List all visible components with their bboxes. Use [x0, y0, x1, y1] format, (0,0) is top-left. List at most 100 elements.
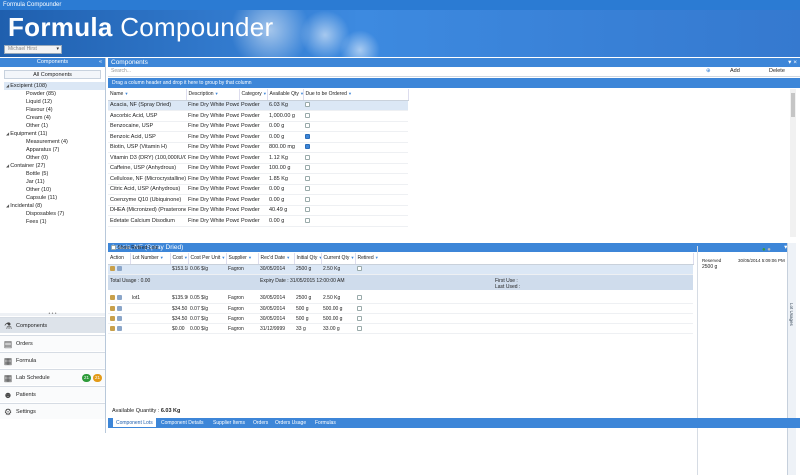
column-header[interactable]: Due to be Ordered ▼: [303, 89, 409, 101]
filter-icon[interactable]: ▼: [262, 91, 266, 96]
reserved-actions[interactable]: ● ●: [762, 247, 771, 253]
lot-row[interactable]: $34.50 0.07 $/g Fagron 30/05/2014 500 g 500.0…: [108, 303, 693, 314]
tab-supplier-items[interactable]: Supplier Items: [210, 418, 248, 428]
column-header[interactable]: Lot Number ▼: [130, 253, 171, 265]
print-icon[interactable]: [117, 295, 122, 301]
filter-icon[interactable]: ▼: [285, 255, 290, 260]
table-row[interactable]: Cellulose, NF (Microcrystalline) Fine Dry…: [108, 173, 408, 185]
tree-subcategory[interactable]: Powder (85): [4, 90, 105, 98]
tree-subcategory[interactable]: Disposables (7): [4, 210, 105, 218]
tree-subcategory[interactable]: Bottle (5): [4, 170, 105, 178]
filter-icon[interactable]: ▼: [220, 255, 225, 260]
table-row[interactable]: DHEA (Micronized) (Prasterone) Fine Dry W…: [108, 205, 408, 216]
edit-icon[interactable]: [110, 315, 115, 321]
delete-button[interactable]: Delete: [769, 68, 785, 74]
column-header[interactable]: Initial Qty ▼: [294, 253, 322, 265]
column-header[interactable]: Cost Per Unit ▼: [188, 253, 227, 265]
table-row[interactable]: Ascorbic Acid, USP Fine Dry White Powder P…: [108, 110, 408, 122]
filter-icon[interactable]: ▼: [299, 91, 302, 96]
nav-item-orders[interactable]: ▤ Orders: [0, 335, 105, 351]
nav-item-formula[interactable]: ▦ Formula: [0, 352, 105, 368]
column-header[interactable]: Retired ▼: [355, 253, 694, 265]
due-checkbox[interactable]: [305, 133, 310, 139]
tab-formulas[interactable]: Formulas: [312, 418, 339, 428]
nav-item-patients[interactable]: ☻ Patients: [0, 386, 105, 402]
retired-checkbox[interactable]: [357, 305, 362, 311]
tab-component-lots[interactable]: Component Lots: [112, 418, 157, 428]
table-row[interactable]: Benzocaine, USP Fine Dry White Powder Powd…: [108, 121, 408, 132]
tree-category[interactable]: Equipment (11): [4, 130, 105, 138]
zoom-icon[interactable]: ⊕: [706, 68, 711, 74]
lot-row[interactable]: $153.180.06 $/gFagron30/05/20142500 g2.5…: [108, 264, 693, 275]
lot-row[interactable]: $0.00 0.00 $/g Fagron 31/12/9999 33 g 33.00 g: [108, 323, 693, 334]
due-checkbox[interactable]: [305, 217, 310, 223]
column-header[interactable]: Action: [108, 253, 131, 265]
nav-item-settings[interactable]: ⚙ Settings: [0, 403, 105, 419]
print-icon[interactable]: [117, 266, 122, 272]
filter-icon[interactable]: ▼: [123, 91, 128, 96]
nav-item-components[interactable]: ⚗ Components: [0, 317, 105, 333]
retired-checkbox[interactable]: [357, 325, 362, 331]
vertical-scrollbar[interactable]: [790, 89, 796, 237]
pin-icon[interactable]: ▾ ×: [788, 58, 797, 67]
due-checkbox[interactable]: [305, 102, 310, 108]
tab-orders[interactable]: Orders: [250, 418, 271, 428]
column-header[interactable]: Category ▼: [239, 89, 268, 101]
scrollbar-thumb[interactable]: [791, 93, 795, 117]
edit-icon[interactable]: [110, 295, 115, 301]
column-header[interactable]: Rec'd Date ▼: [258, 253, 295, 265]
due-checkbox[interactable]: [305, 175, 310, 181]
tree-subcategory[interactable]: Other (0): [4, 154, 105, 162]
table-row[interactable]: Benzoic Acid, USP Fine Dry White Powder Po…: [108, 131, 408, 143]
lot-row[interactable]: lot1$135.900.05 $/gFagron30/05/20142500 …: [108, 293, 693, 304]
due-checkbox[interactable]: [305, 123, 310, 129]
tree-subcategory[interactable]: Other (10): [4, 186, 105, 194]
table-row[interactable]: Citric Acid, USP (Anhydrous) Fine Dry Whi…: [108, 184, 408, 195]
pin-icon[interactable]: «: [99, 58, 102, 67]
due-checkbox[interactable]: [305, 112, 310, 118]
tree-category[interactable]: Incidental (8): [4, 202, 105, 210]
column-header[interactable]: Supplier ▼: [226, 253, 259, 265]
table-row[interactable]: Acacia, NF (Spray Dried) Fine Dry White P…: [108, 100, 408, 111]
tree-subcategory[interactable]: Fees (1): [4, 218, 105, 226]
nav-item-lab-schedule[interactable]: ▦ Lab Schedule 21 21: [0, 369, 105, 385]
filter-icon[interactable]: ▼: [159, 255, 164, 260]
table-row[interactable]: Edetate Calcium Disodium Fine Dry White P…: [108, 215, 408, 227]
add-button[interactable]: Add: [730, 68, 740, 74]
tree-category[interactable]: Excipient (108): [4, 82, 105, 90]
column-header[interactable]: Description ▼: [186, 89, 240, 101]
tree-subcategory[interactable]: Liquid (12): [4, 98, 105, 106]
column-header[interactable]: Current Qty ▼: [321, 253, 356, 265]
tree-category[interactable]: Container (27): [4, 162, 105, 170]
edit-icon[interactable]: [110, 266, 115, 272]
tree-subcategory[interactable]: Apparatus (7): [4, 146, 105, 154]
print-icon[interactable]: [117, 305, 122, 311]
tab-component-details[interactable]: Component Details: [158, 418, 207, 428]
table-row[interactable]: Caffeine, USP (Anhydrous) Fine Dry White …: [108, 163, 408, 174]
filter-icon[interactable]: ▼: [183, 255, 187, 260]
due-checkbox[interactable]: [305, 196, 310, 202]
tree-subcategory[interactable]: Jar (11): [4, 178, 105, 186]
filter-icon[interactable]: ▼: [374, 255, 379, 260]
column-header[interactable]: Name ▼: [108, 89, 187, 101]
table-row[interactable]: Biotin, USP (Vitamin H) Fine Dry White Po…: [108, 142, 408, 153]
tree-subcategory[interactable]: Flavour (4): [4, 106, 105, 114]
due-checkbox[interactable]: [305, 207, 310, 213]
print-icon[interactable]: [117, 315, 122, 321]
retired-checkbox[interactable]: [357, 295, 362, 301]
due-checkbox[interactable]: [305, 186, 310, 192]
all-components-button[interactable]: All Components: [4, 70, 101, 79]
due-checkbox[interactable]: [305, 165, 310, 171]
tree-subcategory[interactable]: Cream (4): [4, 114, 105, 122]
group-hint-bar[interactable]: Drag a column header and drop it here to…: [108, 78, 800, 88]
lot-usages-sidebar-tab[interactable]: Lot Usages: [787, 243, 796, 475]
nav-splitter[interactable]: • • •: [0, 312, 105, 317]
filter-icon[interactable]: ▼: [317, 255, 320, 260]
tree-subcategory[interactable]: Measurement (4): [4, 138, 105, 146]
filter-icon[interactable]: ▼: [214, 91, 219, 96]
filter-icon[interactable]: ▼: [347, 91, 352, 96]
table-row[interactable]: Coenzyme Q10 (Ubiquinone) Fine Dry White …: [108, 194, 408, 206]
column-header[interactable]: Available Qty ▼: [267, 89, 304, 101]
print-icon[interactable]: [117, 325, 122, 331]
filter-icon[interactable]: ▼: [247, 255, 252, 260]
